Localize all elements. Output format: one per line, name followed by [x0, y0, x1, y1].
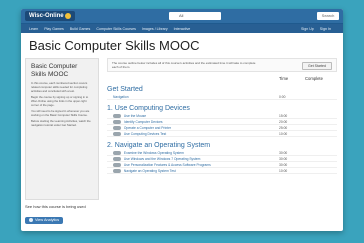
sidebar-paragraph: You will need to be signed in whenever y…: [31, 109, 90, 117]
module-2-title: 2. Navigate an Operating System: [107, 142, 211, 149]
lesson-type-badge: [113, 132, 121, 137]
lesson-time: 10:00: [279, 169, 288, 173]
get-started-button[interactable]: Get Started: [302, 62, 332, 70]
sidebar-paragraph: Begin the course by signing up or signin…: [31, 95, 89, 107]
view-analytics-button[interactable]: View Analytics: [25, 216, 64, 224]
lesson-type-badge: [113, 120, 121, 125]
lesson-link[interactable]: Use Windows and the Windows 7 Operating …: [124, 157, 200, 161]
analytics-icon: [29, 218, 33, 222]
sidebar-paragraph: Before starting the Learning Activities,…: [31, 119, 91, 127]
lesson-link[interactable]: Operate a Computer and Printer: [124, 126, 171, 130]
view-analytics-label: View Analytics: [35, 218, 60, 222]
sign-up-link[interactable]: Sign Up: [301, 27, 314, 31]
lesson-link[interactable]: Navigate an Operating System Test: [124, 169, 176, 173]
complete-column-header: Complete: [305, 76, 323, 81]
sidebar-paragraph: In this course, each numbered section co…: [31, 81, 88, 93]
lesson-type-badge: [113, 126, 121, 131]
lesson-type-badge: [113, 169, 121, 174]
notice-text: The course outline below includes all of…: [112, 61, 256, 69]
main-nav: Learn Play Games Build Games Computer Sk…: [21, 24, 343, 33]
lesson-link[interactable]: Identify Computer Devices: [124, 120, 163, 124]
page-title: Basic Computer Skills MOOC: [29, 38, 200, 53]
lesson-link[interactable]: Navigation: [113, 95, 129, 99]
lesson-type-badge: [113, 151, 121, 156]
nav-item-learn[interactable]: Learn: [29, 27, 38, 31]
outline-column-headers: Time Complete: [107, 76, 337, 84]
lesson-time: 0:00: [279, 95, 286, 99]
lesson-link[interactable]: Examine the Windows Operating System: [124, 151, 184, 155]
lesson-row[interactable]: Navigate an Operating System Test 10:00: [107, 168, 337, 174]
time-column-header: Time: [279, 76, 289, 81]
sidebar-title: Basic Computer Skills MOOC: [31, 63, 78, 78]
course-sidebar: Basic Computer Skills MOOC In this cours…: [25, 58, 99, 200]
lesson-row[interactable]: Navigation 0:00: [107, 94, 337, 100]
nav-item-build-games[interactable]: Build Games: [70, 27, 91, 31]
lesson-link[interactable]: Use Personalization Features & Access So…: [124, 163, 211, 167]
course-notice: The course outline below includes all of…: [107, 58, 337, 72]
lesson-type-badge: [113, 157, 121, 162]
nav-item-images-library[interactable]: Images / Library: [142, 27, 168, 31]
site-header: Wisc-Online All Search: [21, 9, 343, 24]
nav-item-play-games[interactable]: Play Games: [44, 27, 64, 31]
logo-text: Wisc-Online: [29, 13, 64, 19]
sign-in-link[interactable]: Sign In: [320, 27, 331, 31]
logo-globe-icon: [64, 13, 71, 19]
sidebar-analytics: See how this course is being used View A…: [25, 204, 99, 227]
search-category-dropdown[interactable]: All: [169, 12, 221, 20]
lesson-time: 10:00: [279, 132, 288, 136]
site-logo[interactable]: Wisc-Online: [25, 11, 75, 21]
course-outline: The course outline below includes all of…: [107, 58, 337, 174]
search-button[interactable]: Search: [317, 12, 339, 20]
browser-page: Wisc-Online All Search Learn Play Games …: [21, 9, 343, 231]
lesson-type-badge: [113, 163, 121, 168]
lesson-row[interactable]: Use Computing Devices Test 10:00: [107, 131, 337, 137]
lesson-link[interactable]: Use the Mouse: [124, 114, 146, 118]
section-get-started: Get Started: [107, 86, 143, 93]
nav-item-computer-skills[interactable]: Computer Skills Courses: [96, 27, 136, 31]
module-1-title: 1. Use Computing Devices: [107, 105, 190, 112]
lesson-link[interactable]: Use Computing Devices Test: [124, 132, 166, 136]
usage-caption: See how this course is being used: [25, 204, 86, 209]
nav-item-interactive[interactable]: Interactive: [174, 27, 191, 31]
lesson-type-badge: [113, 114, 121, 119]
